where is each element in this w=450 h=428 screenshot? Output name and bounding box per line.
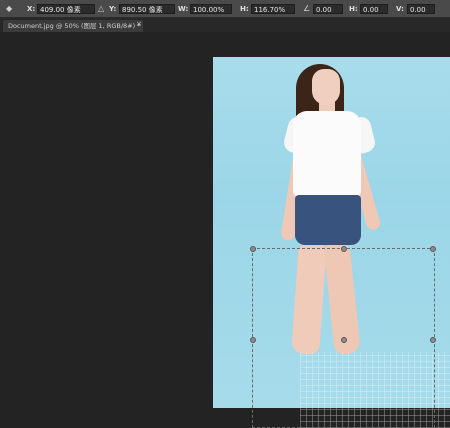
angle-icon: ∠ <box>303 4 311 13</box>
transform-handle-top-right[interactable] <box>430 246 436 252</box>
reference-point-icon[interactable]: ◆ <box>6 0 12 17</box>
rotate-angle-input[interactable]: 0.00 <box>313 4 343 14</box>
white-shirt <box>293 111 361 197</box>
w-label: W: <box>178 5 189 13</box>
x-position-input[interactable]: 409.00 像素 <box>37 4 95 14</box>
face <box>312 69 340 105</box>
v-skew-label: V: <box>396 5 404 13</box>
tab-close-icon[interactable]: × <box>134 18 144 30</box>
v-skew-input[interactable]: 0.00 <box>407 4 435 14</box>
transform-handle-top-center[interactable] <box>341 246 347 252</box>
height-input[interactable]: 116.70% <box>251 4 295 14</box>
y-label: Y: <box>109 5 117 13</box>
h-skew-input[interactable]: 0.00 <box>360 4 388 14</box>
link-icon[interactable]: △ <box>98 0 104 17</box>
transform-selection-box[interactable] <box>250 246 436 428</box>
options-bar: ◆ X: 409.00 像素 △ Y: 890.50 像素 W: 100.00%… <box>0 0 450 18</box>
document-tab[interactable]: Document.jpg @ 50% (图层 1, RGB/8#) * <box>3 20 143 32</box>
denim-shorts <box>295 195 361 245</box>
document-tab-strip: Document.jpg @ 50% (图层 1, RGB/8#) * <box>0 18 450 32</box>
h-skew-label: H: <box>349 5 358 13</box>
transform-handle-middle-right[interactable] <box>430 337 436 343</box>
h-label: H: <box>240 5 249 13</box>
transform-handle-top-left[interactable] <box>250 246 256 252</box>
transform-handle-middle-left[interactable] <box>250 337 256 343</box>
y-position-input[interactable]: 890.50 像素 <box>119 4 175 14</box>
x-label: X: <box>27 5 36 13</box>
transform-handle-center[interactable] <box>341 337 347 343</box>
width-input[interactable]: 100.00% <box>190 4 232 14</box>
